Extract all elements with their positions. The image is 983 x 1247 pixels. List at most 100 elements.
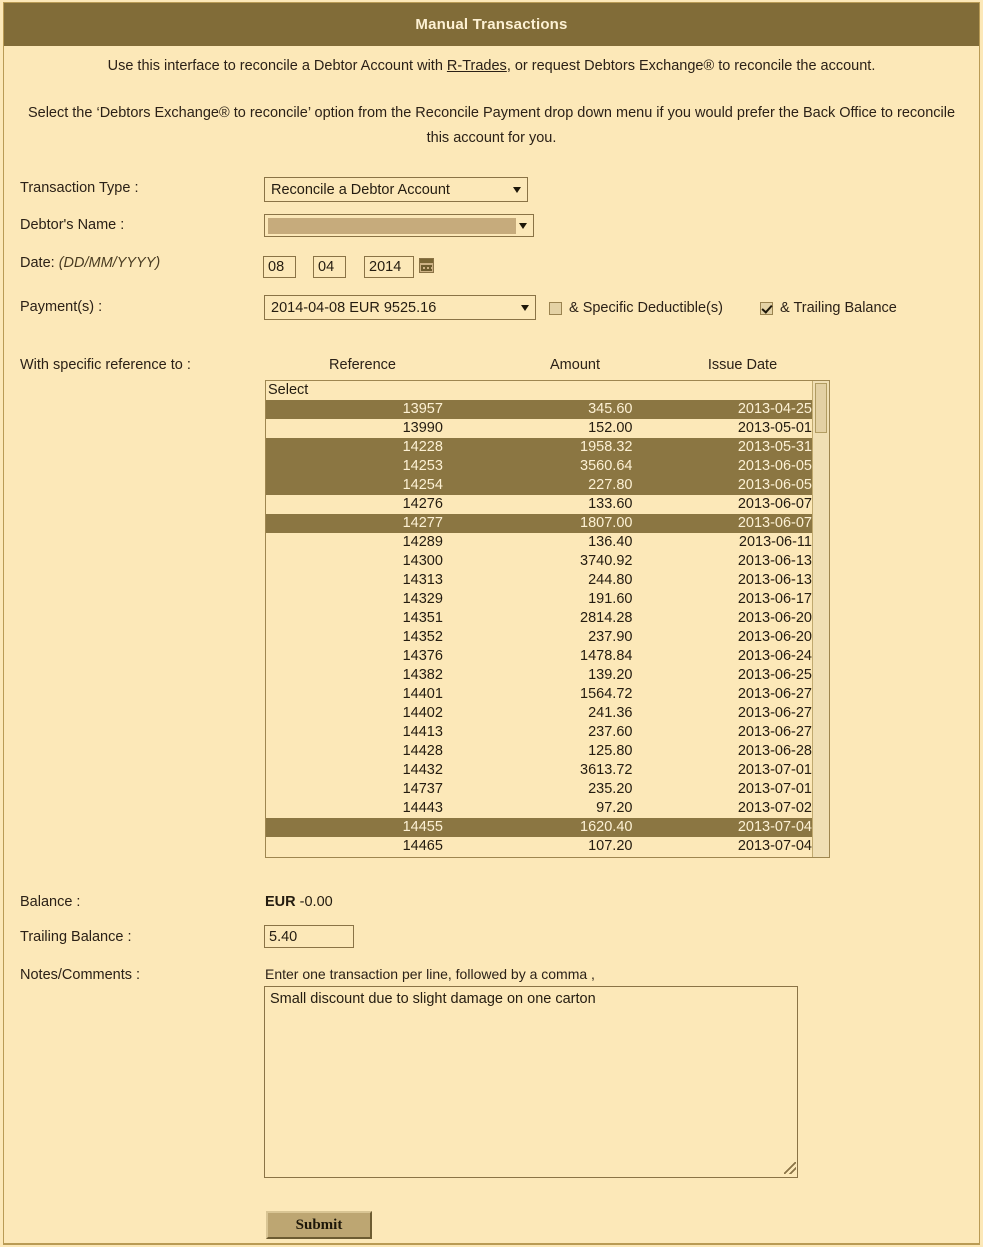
table-row[interactable]: 14432 3613.72 2013-07-01 <box>266 761 812 780</box>
debtors-name-value-fill <box>268 218 516 234</box>
table-row[interactable]: 14401 1564.72 2013-06-27 <box>266 685 812 704</box>
cell-amount: 3613.72 <box>580 762 633 778</box>
cell-reference: 14443 <box>402 800 443 816</box>
cell-reference: 13990 <box>402 420 443 436</box>
calendar-icon[interactable] <box>419 258 434 273</box>
table-row[interactable]: 14289 136.40 2013-06-11 <box>266 533 812 552</box>
cell-issue-date: 2013-06-27 <box>737 686 812 702</box>
debtors-name-label: Debtor's Name : <box>20 217 125 233</box>
list-item-placeholder[interactable]: Select <box>266 381 812 400</box>
specific-deductibles-checkbox[interactable]: & Specific Deductible(s) <box>549 300 723 316</box>
transaction-type-value: Reconcile a Debtor Account <box>271 181 450 198</box>
checkbox-box <box>549 301 562 315</box>
date-format-hint: (DD/MM/YYYY) <box>58 255 161 271</box>
table-row[interactable]: 14737 235.20 2013-07-01 <box>266 780 812 799</box>
transactions-listbox[interactable]: Select 13957 345.60 2013-04-25 13990 152.00 2… <box>265 380 830 858</box>
cell-issue-date: 2013-06-05 <box>737 477 812 493</box>
listbox-scrollbar-thumb[interactable] <box>815 383 827 433</box>
cell-reference: 14376 <box>402 648 443 664</box>
cell-amount: 1807.00 <box>580 515 633 531</box>
table-row[interactable]: 14254 227.80 2013-06-05 <box>266 476 812 495</box>
table-row[interactable]: 14276 133.60 2013-06-07 <box>266 495 812 514</box>
debtors-name-select[interactable] <box>264 214 534 237</box>
notes-label: Notes/Comments : <box>20 967 141 983</box>
trailing-balance-label: Trailing Balance : <box>20 929 132 945</box>
cell-issue-date: 2013-06-13 <box>737 553 812 569</box>
bottom-divider <box>4 1243 979 1244</box>
cell-amount: 3740.92 <box>580 553 633 569</box>
cell-reference: 14382 <box>402 667 443 683</box>
cell-issue-date: 2013-05-31 <box>737 439 812 455</box>
table-row[interactable]: 14277 1807.00 2013-06-07 <box>266 514 812 533</box>
date-year-input[interactable]: 2014 <box>364 256 414 278</box>
table-row[interactable]: 14402 241.36 2013-06-27 <box>266 704 812 723</box>
submit-button[interactable]: Submit <box>266 1211 372 1239</box>
r-trades-link[interactable]: R-Trades <box>447 58 507 74</box>
checkbox-box-checked <box>760 301 773 315</box>
cell-reference: 14253 <box>402 458 443 474</box>
table-row[interactable]: 14443 97.20 2013-07-02 <box>266 799 812 818</box>
cell-issue-date: 2013-07-04 <box>737 819 812 835</box>
intro-paragraph-2: Select the ‘Debtors Exchange® to reconci… <box>27 105 956 146</box>
cell-reference: 14737 <box>402 781 443 797</box>
table-row[interactable]: 14351 2814.28 2013-06-20 <box>266 609 812 628</box>
cell-amount: 237.60 <box>588 724 633 740</box>
cell-issue-date: 2013-07-01 <box>737 762 812 778</box>
table-row[interactable]: 13990 152.00 2013-05-01 <box>266 419 812 438</box>
payments-select[interactable]: 2014-04-08 EUR 9525.16 <box>264 295 536 320</box>
trailing-balance-input[interactable]: 5.40 <box>264 925 354 948</box>
table-row[interactable]: 14253 3560.64 2013-06-05 <box>266 457 812 476</box>
table-row[interactable]: 14352 237.90 2013-06-20 <box>266 628 812 647</box>
notes-textarea[interactable]: Small discount due to slight damage on o… <box>264 986 798 1178</box>
cell-reference: 14313 <box>402 572 443 588</box>
cell-issue-date: 2013-07-04 <box>737 838 812 854</box>
cell-issue-date: 2013-06-20 <box>737 629 812 645</box>
cell-amount: 3560.64 <box>580 458 633 474</box>
cell-issue-date: 2013-07-01 <box>737 781 812 797</box>
table-row[interactable]: 14300 3740.92 2013-06-13 <box>266 552 812 571</box>
date-month-input[interactable]: 04 <box>313 256 346 278</box>
column-header-reference: Reference <box>329 357 396 373</box>
manual-transactions-page: Manual Transactions Use this interface t… <box>0 0 983 1247</box>
table-row[interactable]: 14455 1620.40 2013-07-04 <box>266 818 812 837</box>
cell-reference: 14402 <box>402 705 443 721</box>
trailing-balance-checkbox[interactable]: & Trailing Balance <box>760 300 897 316</box>
cell-reference: 14277 <box>402 515 443 531</box>
notes-hint: Enter one transaction per line, followed… <box>265 966 595 982</box>
cell-issue-date: 2013-07-02 <box>737 800 812 816</box>
cell-amount: 136.40 <box>588 534 633 550</box>
listbox-scrollbar[interactable] <box>812 381 829 857</box>
cell-issue-date: 2013-06-17 <box>737 591 812 607</box>
cell-amount: 244.80 <box>588 572 633 588</box>
table-row[interactable]: 14465 107.20 2013-07-04 <box>266 837 812 856</box>
table-row[interactable]: 14313 244.80 2013-06-13 <box>266 571 812 590</box>
cell-reference: 14428 <box>402 743 443 759</box>
cell-issue-date: 2013-05-01 <box>737 420 812 436</box>
table-row[interactable]: 14329 191.60 2013-06-17 <box>266 590 812 609</box>
balance-currency: EUR <box>265 894 296 910</box>
cell-issue-date: 2013-06-20 <box>737 610 812 626</box>
table-row[interactable]: 14382 139.20 2013-06-25 <box>266 666 812 685</box>
cell-amount: 107.20 <box>588 838 633 854</box>
cell-amount: 152.00 <box>588 420 633 436</box>
cell-reference: 14254 <box>402 477 443 493</box>
date-day-input[interactable]: 08 <box>263 256 296 278</box>
balance-value: EUR -0.00 <box>265 894 333 910</box>
payments-value: 2014-04-08 EUR 9525.16 <box>271 299 437 316</box>
trailing-balance-checkbox-label: & Trailing Balance <box>780 300 897 316</box>
payments-label: Payment(s) : <box>20 299 103 315</box>
cell-amount: 1564.72 <box>580 686 633 702</box>
table-row[interactable]: 14428 125.80 2013-06-28 <box>266 742 812 761</box>
table-row[interactable]: 14228 1958.32 2013-05-31 <box>266 438 812 457</box>
date-label-text: Date: <box>20 255 55 271</box>
textarea-resize-handle[interactable] <box>784 1162 796 1174</box>
table-row[interactable]: 14376 1478.84 2013-06-24 <box>266 647 812 666</box>
chevron-down-icon <box>519 222 527 229</box>
cell-amount: 1958.32 <box>580 439 633 455</box>
table-row[interactable]: 14413 237.60 2013-06-27 <box>266 723 812 742</box>
cell-reference: 14455 <box>402 819 443 835</box>
cell-amount: 227.80 <box>588 477 633 493</box>
cell-amount: 191.60 <box>588 591 633 607</box>
transaction-type-select[interactable]: Reconcile a Debtor Account <box>264 177 528 202</box>
table-row[interactable]: 13957 345.60 2013-04-25 <box>266 400 812 419</box>
